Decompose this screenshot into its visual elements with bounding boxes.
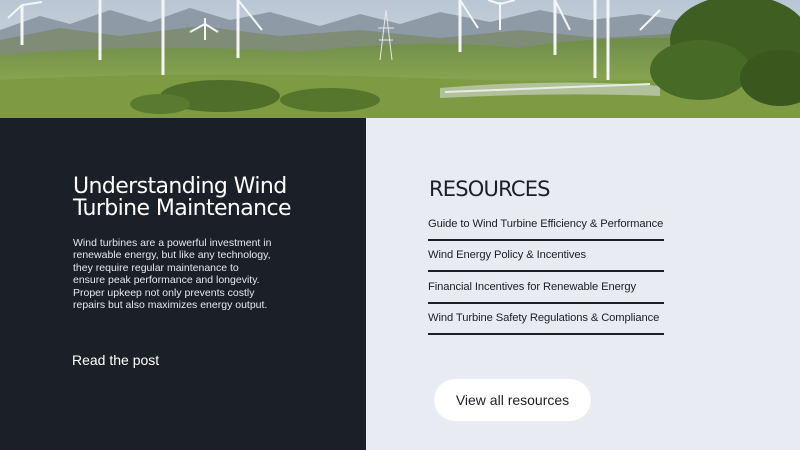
post-excerpt: Wind turbines are a powerful investment … <box>73 237 272 312</box>
post-title: Understanding Wind Turbine Maintenance <box>73 176 343 220</box>
resource-link-safety-regulations[interactable]: Wind Turbine Safety Regulations & Compli… <box>428 304 664 335</box>
resource-link-policy-incentives[interactable]: Wind Energy Policy & Incentives <box>428 241 664 272</box>
resources-list: Guide to Wind Turbine Efficiency & Perfo… <box>428 209 664 335</box>
resource-link-financial-incentives[interactable]: Financial Incentives for Renewable Energ… <box>428 272 664 304</box>
resource-link-efficiency-guide[interactable]: Guide to Wind Turbine Efficiency & Perfo… <box>428 209 664 241</box>
featured-post-panel: Understanding Wind Turbine Maintenance W… <box>0 118 366 450</box>
post-title-line-2: Turbine Maintenance <box>73 196 292 221</box>
hero-image <box>0 0 800 118</box>
resources-heading: RESOURCES <box>429 177 551 201</box>
wind-farm-landscape-image <box>0 0 800 118</box>
resource-link-label: Wind Energy Policy & Incentives <box>428 249 586 262</box>
read-the-post-link[interactable]: Read the post <box>72 352 159 368</box>
resources-panel: RESOURCES Guide to Wind Turbine Efficien… <box>366 118 800 450</box>
resource-link-label: Wind Turbine Safety Regulations & Compli… <box>428 312 660 325</box>
resource-link-label: Guide to Wind Turbine Efficiency & Perfo… <box>428 217 664 230</box>
view-all-resources-button[interactable]: View all resources <box>434 379 591 421</box>
resource-link-label: Financial Incentives for Renewable Energ… <box>428 280 636 293</box>
